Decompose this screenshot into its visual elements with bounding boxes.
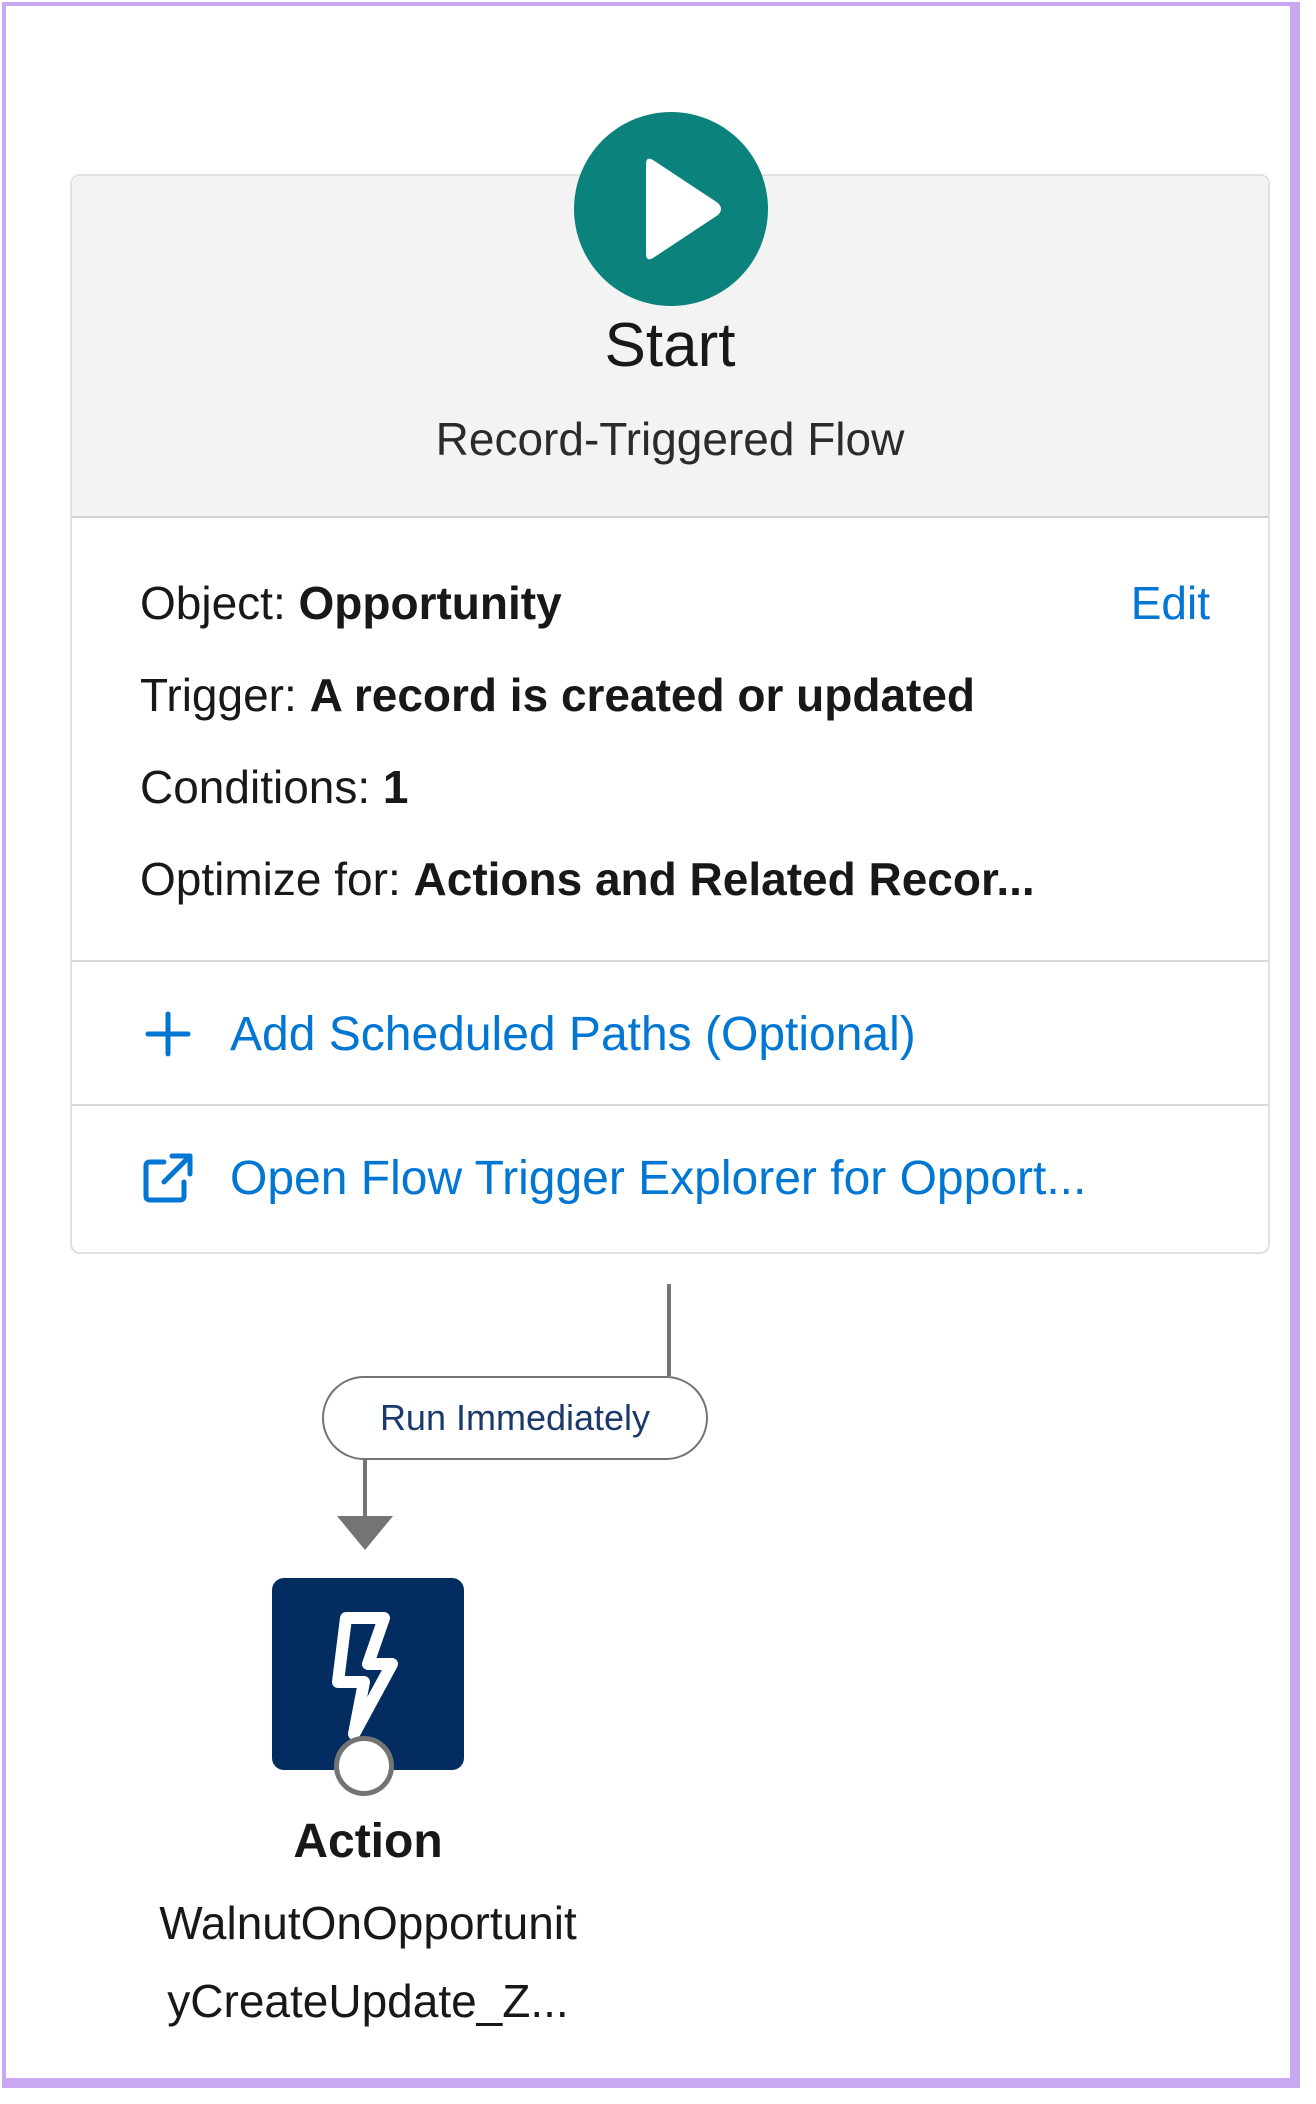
connector-node-dot[interactable]	[334, 1736, 394, 1796]
open-explorer-label: Open Flow Trigger Explorer for Opport...	[230, 1151, 1087, 1205]
trigger-value: A record is created or updated	[309, 669, 976, 721]
conditions-label: Conditions:	[140, 761, 371, 813]
trigger-row: Trigger: A record is created or updated	[140, 668, 975, 722]
flow-type-subtitle: Record-Triggered Flow	[435, 413, 905, 465]
open-flow-trigger-explorer-link[interactable]: Open Flow Trigger Explorer for Opport...	[140, 1150, 1086, 1206]
optimize-value: Actions and Related Recor...	[413, 853, 1035, 905]
start-element-card[interactable]: Start Record-Triggered Flow Object: Oppo…	[70, 112, 1270, 1254]
start-title: Start	[604, 311, 736, 380]
edit-link[interactable]: Edit	[1131, 576, 1210, 630]
conditions-value: 1	[382, 761, 409, 813]
plus-icon	[140, 1006, 196, 1062]
object-label: Object:	[140, 577, 286, 629]
action-title: Action	[293, 1815, 443, 1868]
run-immediately-path-label[interactable]: Run Immediately	[322, 1376, 708, 1460]
divider	[72, 960, 1268, 962]
object-row: Object: Opportunity	[140, 576, 562, 630]
conditions-row: Conditions: 1	[140, 760, 409, 814]
add-scheduled-paths-label: Add Scheduled Paths (Optional)	[230, 1007, 916, 1061]
action-name-line1: WalnutOnOpportunit	[159, 1897, 577, 1949]
add-scheduled-paths-link[interactable]: Add Scheduled Paths (Optional)	[140, 1006, 916, 1062]
action-name-line2: yCreateUpdate_Z...	[167, 1975, 569, 2027]
external-link-icon	[140, 1150, 196, 1206]
play-icon[interactable]	[574, 112, 768, 306]
optimize-label: Optimize for:	[140, 853, 401, 905]
object-value: Opportunity	[298, 577, 562, 629]
divider	[72, 1104, 1268, 1106]
trigger-label: Trigger:	[140, 669, 297, 721]
optimize-row: Optimize for: Actions and Related Recor.…	[140, 852, 1035, 906]
